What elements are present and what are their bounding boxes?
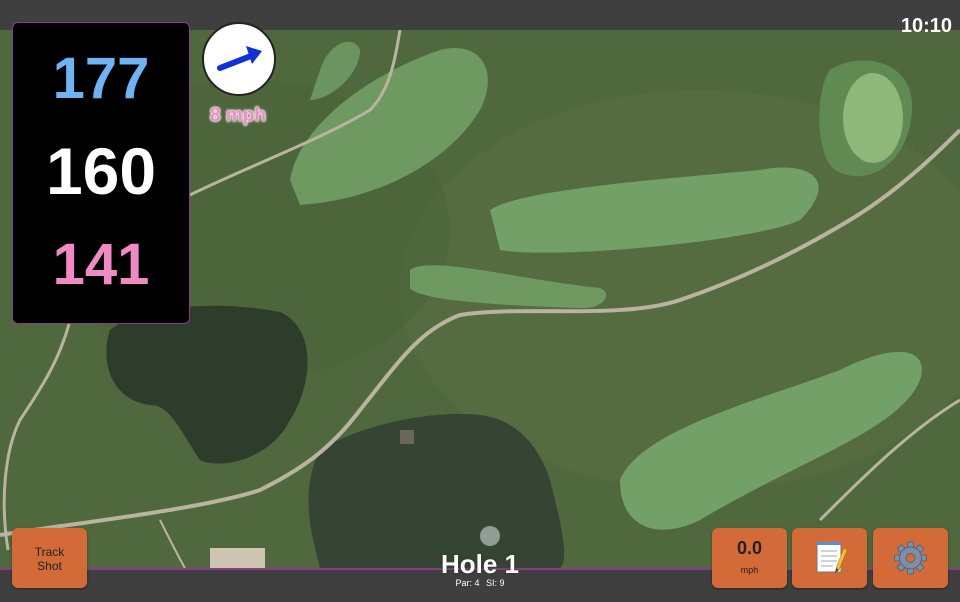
clock: 10:10 xyxy=(900,15,952,37)
wind-direction-arrow-icon xyxy=(217,46,262,71)
hole-title: Hole 1 xyxy=(440,549,520,579)
settings-button[interactable] xyxy=(873,528,948,588)
speed-unit: mph xyxy=(740,565,759,575)
notes-button[interactable] xyxy=(792,528,867,588)
track-shot-label-line1: Track xyxy=(34,545,65,559)
notepad-icon xyxy=(816,542,848,573)
wind-indicator xyxy=(202,22,276,96)
middle-distance: 160 xyxy=(45,134,157,208)
distance-panel: 177 160 141 xyxy=(12,22,190,324)
back-distance: 177 xyxy=(52,46,150,111)
speed-value: 0.0 xyxy=(736,538,763,558)
track-shot-button[interactable]: Track Shot xyxy=(12,528,87,588)
track-shot-label-line2: Shot xyxy=(37,559,62,573)
front-distance: 141 xyxy=(52,232,150,297)
gear-icon xyxy=(894,541,927,575)
hole-info: Par: 4 SI: 9 xyxy=(380,578,580,588)
par-label: Par: 4 xyxy=(455,578,480,588)
wind-speed-label: 8 mph xyxy=(210,105,266,126)
stroke-index-label: SI: 9 xyxy=(486,578,505,588)
track-shot-label: Track Shot xyxy=(12,528,87,573)
speed-button[interactable]: 0.0 mph xyxy=(712,528,787,588)
